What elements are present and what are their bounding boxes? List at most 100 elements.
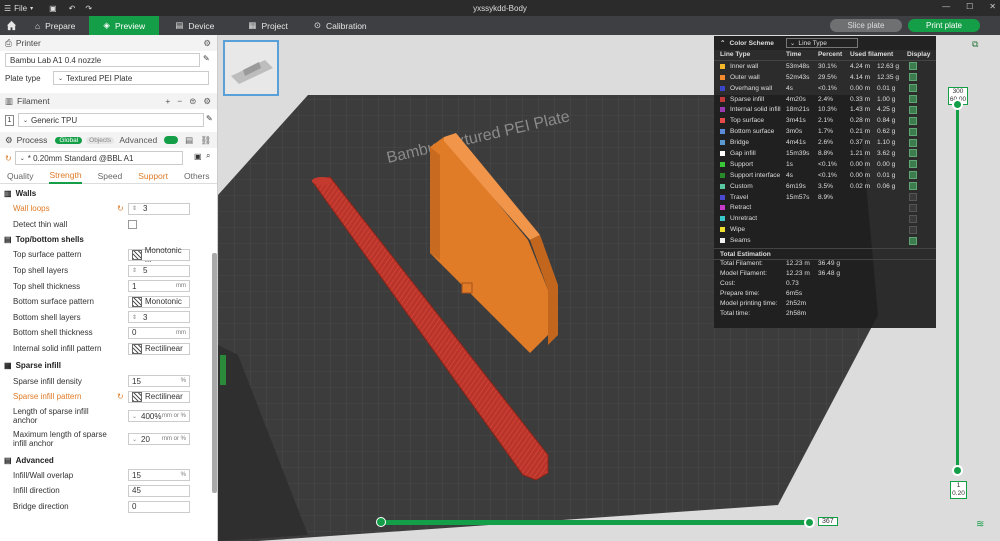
link-icon[interactable]: ⛓ xyxy=(200,135,211,146)
display-checkbox[interactable] xyxy=(909,95,917,103)
move-slider-start-handle[interactable] xyxy=(376,517,386,527)
subtab-speed[interactable]: Speed xyxy=(98,171,123,181)
display-checkbox[interactable] xyxy=(909,171,917,180)
detect-thin-wall-checkbox[interactable] xyxy=(128,219,137,229)
printer-select[interactable]: Bambu Lab A1 0.4 nozzle xyxy=(5,53,200,67)
add-icon[interactable]: + xyxy=(165,96,170,107)
layer-slider-bottom-handle[interactable] xyxy=(952,465,963,476)
display-checkbox[interactable] xyxy=(909,84,917,93)
subtab-strength[interactable]: Strength xyxy=(49,168,82,184)
top-surface-pattern-select[interactable]: Monotonic ... xyxy=(128,246,190,264)
tab-calibration-label: Calibration xyxy=(326,20,367,31)
top-shell-thickness-input[interactable]: 1 mm xyxy=(128,280,190,293)
line-type-swatch xyxy=(720,140,725,146)
sidebar-scrollbar[interactable] xyxy=(212,253,217,493)
process-preset-select[interactable]: ⌄ * 0.20mm Standard @BBL A1 xyxy=(14,151,183,165)
filament-select[interactable]: ⌄ Generic TPU xyxy=(18,113,204,127)
line-type-length: 0.28 m xyxy=(850,117,871,125)
display-checkbox[interactable] xyxy=(909,182,917,191)
infill-direction-input[interactable]: 45 xyxy=(128,484,190,497)
tab-project-label: Project xyxy=(261,20,288,31)
tab-project[interactable]: ▦ Project xyxy=(228,16,298,35)
objects-toggle[interactable]: Objects xyxy=(86,136,115,144)
display-checkbox[interactable] xyxy=(909,105,917,114)
reset-icon[interactable]: ↻ xyxy=(117,204,124,213)
redo-icon[interactable]: ↷ xyxy=(85,4,92,13)
file-menu[interactable]: ☰ File ▾ xyxy=(4,4,33,13)
display-checkbox[interactable] xyxy=(909,138,917,147)
wall-loops-row: Wall loops ↻ ⇕ 3 xyxy=(0,201,217,217)
tab-device[interactable]: ▤ Device xyxy=(159,16,228,35)
bottom-surface-pattern-select[interactable]: Monotonic xyxy=(128,295,190,308)
infill-wall-overlap-value: 15 xyxy=(132,470,141,480)
save-icon[interactable]: ▣ xyxy=(49,4,57,13)
display-checkbox[interactable] xyxy=(909,73,917,82)
bridge-direction-input[interactable]: 0 xyxy=(128,500,190,513)
move-slider[interactable]: 367 xyxy=(376,517,838,528)
edit-icon[interactable]: ✎ xyxy=(203,54,210,63)
subtab-others[interactable]: Others xyxy=(184,171,210,181)
display-checkbox[interactable] xyxy=(909,149,917,158)
sync-icon[interactable]: ⊜ xyxy=(189,96,196,107)
reset-icon[interactable]: ↻ xyxy=(117,392,124,401)
plate-type-select[interactable]: ⌄ Textured PEI Plate xyxy=(53,71,209,85)
color-scheme-select[interactable]: ⌄ Line Type xyxy=(785,38,858,48)
remove-icon[interactable]: − xyxy=(177,96,182,107)
maximize-button[interactable]: ☐ xyxy=(966,2,973,11)
layer-slider-top-handle[interactable] xyxy=(952,99,963,110)
tab-prepare[interactable]: ⌂ Prepare xyxy=(23,16,89,35)
minimize-button[interactable]: — xyxy=(942,2,950,11)
filament-slot-badge[interactable]: 1 xyxy=(5,114,14,126)
max-length-sparse-anchor-input[interactable]: ⌄ 20 mm or % xyxy=(128,433,190,446)
gear-icon[interactable]: ⚙ xyxy=(203,38,211,49)
global-toggle[interactable]: Global xyxy=(55,136,83,144)
chevron-down-icon: ⌄ xyxy=(132,413,138,420)
close-button[interactable]: ✕ xyxy=(989,2,996,11)
display-checkbox[interactable] xyxy=(909,214,917,223)
search-icon[interactable]: ⌕ xyxy=(206,151,210,161)
line-type-swatch xyxy=(720,150,725,156)
layers-icon[interactable]: ≋ xyxy=(976,519,984,530)
print-plate-button[interactable]: Print plate xyxy=(908,19,980,32)
sparse-infill-density-input[interactable]: 15% xyxy=(128,375,190,388)
collapse-icon[interactable]: ⌃ xyxy=(720,39,726,47)
tab-preview[interactable]: ◈ Preview xyxy=(89,16,160,35)
length-sparse-anchor-input[interactable]: ⌄ 400% mm or % xyxy=(128,410,190,423)
advanced-switch[interactable] xyxy=(164,136,179,144)
gear-icon[interactable]: ⚙ xyxy=(203,96,211,107)
display-checkbox[interactable] xyxy=(909,203,917,212)
advanced-label: Advanced xyxy=(119,135,158,145)
bottom-shell-layers-input[interactable]: ⇕ 3 xyxy=(128,311,190,324)
move-slider-end-handle[interactable] xyxy=(804,517,815,528)
undo-icon[interactable]: ↶ xyxy=(69,4,76,13)
sparse-infill-pattern-select[interactable]: Rectilinear xyxy=(128,390,190,403)
reset-icon[interactable]: ↻ xyxy=(5,154,12,163)
internal-solid-infill-pattern-select[interactable]: Rectilinear xyxy=(128,342,190,355)
plate-thumbnail[interactable] xyxy=(223,40,279,96)
wall-loops-input[interactable]: ⇕ 3 xyxy=(128,202,190,215)
display-checkbox[interactable] xyxy=(909,160,917,169)
subtab-quality[interactable]: Quality xyxy=(7,171,33,181)
home-button[interactable] xyxy=(0,16,23,35)
compare-icon[interactable]: ▤ xyxy=(185,135,193,146)
bottom-shell-thickness-input[interactable]: 0 mm xyxy=(128,326,190,339)
display-checkbox[interactable] xyxy=(909,62,917,71)
save-preset-icon[interactable]: ▣ xyxy=(194,152,202,161)
layer-slider[interactable]: 300 60.00 1 0.20 xyxy=(948,87,968,507)
display-checkbox[interactable] xyxy=(909,116,917,125)
tab-calibration[interactable]: ⊙ Calibration xyxy=(298,16,377,35)
display-checkbox[interactable] xyxy=(909,236,917,245)
subtab-support[interactable]: Support xyxy=(138,171,168,181)
display-checkbox[interactable] xyxy=(909,225,917,234)
zoom-icon[interactable]: ⧉ xyxy=(972,39,978,50)
edit-icon[interactable]: ✎ xyxy=(206,114,213,123)
display-checkbox[interactable] xyxy=(909,193,917,202)
file-menu-label: File xyxy=(14,3,28,13)
slice-plate-button[interactable]: Slice plate xyxy=(830,19,902,32)
plate-type-label: Plate type xyxy=(5,73,41,83)
top-shell-layers-input[interactable]: ⇕ 5 xyxy=(128,264,190,277)
3d-viewport[interactable]: Bambu Textured PEI Plate ⌃ Color Scheme … xyxy=(218,35,1000,541)
infill-wall-overlap-label: Infill/Wall overlap xyxy=(13,470,74,480)
infill-wall-overlap-input[interactable]: 15% xyxy=(128,469,190,482)
display-checkbox[interactable] xyxy=(909,127,917,136)
